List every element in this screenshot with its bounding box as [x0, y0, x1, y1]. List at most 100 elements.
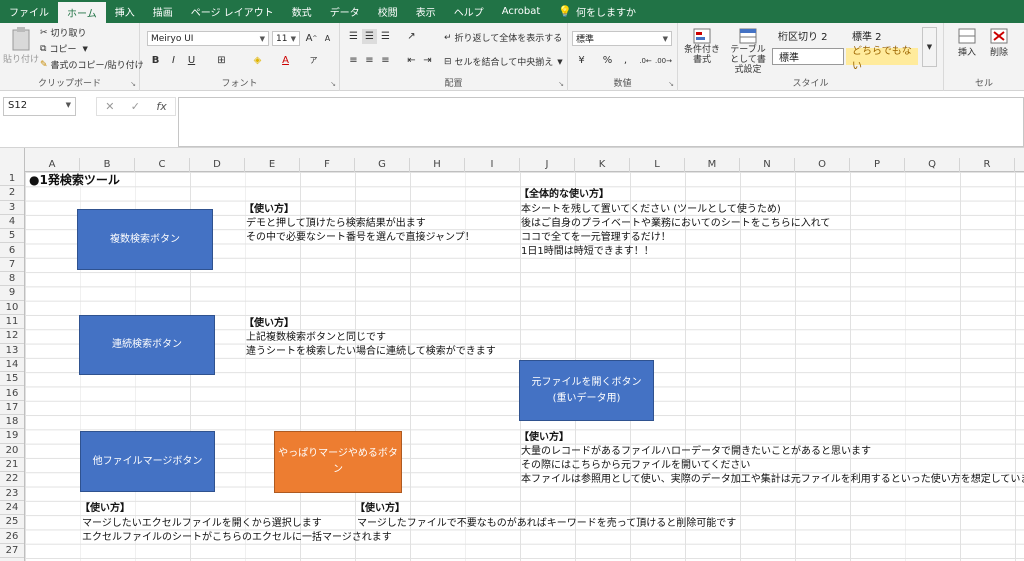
row-header-14[interactable]: 14 [0, 358, 24, 373]
tab-help[interactable]: ヘルプ [445, 0, 493, 23]
fill-color-button[interactable]: ◈ [250, 53, 265, 68]
dialog-launcher-icon[interactable]: ↘ [130, 80, 136, 88]
column-header-r[interactable]: R [960, 158, 1015, 172]
dialog-launcher-icon[interactable]: ↘ [330, 80, 336, 88]
row-header-5[interactable]: 5 [0, 229, 24, 244]
align-bottom-button[interactable]: ☰ [378, 29, 393, 44]
format-as-table-button[interactable]: テーブルとして書式設定 [726, 27, 770, 75]
row-header-10[interactable]: 10 [0, 301, 24, 315]
align-top-button[interactable]: ☰ [346, 29, 361, 44]
tell-me-search[interactable]: 💡 何をしますか [549, 0, 645, 23]
format-painter-button[interactable]: ✎ 書式のコピー/貼り付け [40, 58, 144, 72]
row-header-22[interactable]: 22 [0, 472, 24, 487]
comma-button[interactable]: , [618, 53, 633, 68]
row-header-20[interactable]: 20 [0, 444, 24, 458]
row-header-15[interactable]: 15 [0, 372, 24, 387]
column-header-o[interactable]: O [795, 158, 850, 172]
row-header-18[interactable]: 18 [0, 415, 24, 430]
formula-input[interactable] [178, 97, 1024, 147]
style-comma2[interactable]: 桁区切り 2 [772, 27, 844, 44]
row-header-9[interactable]: 9 [0, 286, 24, 301]
shrink-font-button[interactable]: A [320, 31, 335, 46]
column-header-e[interactable]: E [245, 158, 300, 172]
column-header-b[interactable]: B [80, 158, 135, 172]
row-header-2[interactable]: 2 [0, 186, 24, 201]
cancel-merge-button[interactable]: やっぱりマージやめるボタン [274, 431, 402, 493]
dialog-launcher-icon[interactable]: ↘ [668, 80, 674, 88]
tab-view[interactable]: 表示 [407, 0, 445, 23]
wrap-text-button[interactable]: ↵ 折り返して全体を表示する [444, 31, 562, 45]
column-header-l[interactable]: L [630, 158, 685, 172]
column-header-c[interactable]: C [135, 158, 190, 172]
column-header-n[interactable]: N [740, 158, 795, 172]
row-header-16[interactable]: 16 [0, 387, 24, 401]
row-header-4[interactable]: 4 [0, 215, 24, 230]
column-header-j[interactable]: J [520, 158, 575, 172]
row-header-25[interactable]: 25 [0, 515, 24, 530]
delete-cells-button[interactable]: 削除 [984, 27, 1014, 58]
row-header-24[interactable]: 24 [0, 501, 24, 516]
align-middle-button[interactable]: ☰ [362, 29, 377, 44]
row-header-11[interactable]: 11 [0, 315, 24, 330]
row-header-6[interactable]: 6 [0, 244, 24, 258]
font-size-select[interactable]: 11 ▼ [272, 31, 300, 46]
tab-acrobat[interactable]: Acrobat [493, 0, 550, 23]
row-header-26[interactable]: 26 [0, 530, 24, 544]
enter-icon[interactable]: ✓ [131, 100, 140, 113]
row-header-23[interactable]: 23 [0, 487, 24, 501]
tab-insert[interactable]: 挿入 [106, 0, 144, 23]
tab-draw[interactable]: 描画 [144, 0, 182, 23]
align-right-button[interactable]: ≡ [378, 53, 393, 68]
row-header-8[interactable]: 8 [0, 272, 24, 287]
merge-center-button[interactable]: ⊟ セルを結合して中央揃え ▼ [444, 55, 563, 69]
row-header-7[interactable]: 7 [0, 258, 24, 273]
row-header-21[interactable]: 21 [0, 458, 24, 473]
row-header-3[interactable]: 3 [0, 201, 24, 215]
row-header-12[interactable]: 12 [0, 329, 24, 344]
name-box[interactable]: S12 ▼ [3, 97, 76, 116]
paste-button[interactable]: 貼り付け [3, 26, 39, 65]
row-header-1[interactable]: 1 [0, 172, 24, 187]
column-header-g[interactable]: G [355, 158, 410, 172]
column-header-i[interactable]: I [465, 158, 520, 172]
conditional-format-button[interactable]: 条件付き書式 [682, 27, 722, 65]
align-center-button[interactable]: ≡ [362, 53, 377, 68]
tab-home[interactable]: ホーム [58, 0, 106, 23]
column-header-k[interactable]: K [575, 158, 630, 172]
grow-font-button[interactable]: A ^ [304, 31, 319, 46]
copy-button[interactable]: ⧉ コピー ▼ [40, 42, 88, 56]
style-neutral[interactable]: どちらでもない [846, 46, 918, 72]
styles-gallery-more[interactable]: ▼ [922, 27, 937, 67]
column-header-a[interactable]: A [25, 158, 80, 172]
cut-button[interactable]: ✂ 切り取り [40, 26, 87, 40]
continuous-search-button[interactable]: 連続検索ボタン [79, 315, 215, 375]
cancel-icon[interactable]: ✕ [105, 100, 114, 113]
font-name-select[interactable]: Meiryo UI ▼ [147, 31, 269, 46]
align-left-button[interactable]: ≡ [346, 53, 361, 68]
tab-review[interactable]: 校閲 [369, 0, 407, 23]
borders-button[interactable]: ⊞ [214, 53, 229, 68]
column-header-d[interactable]: D [190, 158, 245, 172]
dialog-launcher-icon[interactable]: ↘ [558, 80, 564, 88]
number-format-select[interactable]: 標準 ▼ [572, 31, 672, 46]
column-header-h[interactable]: H [410, 158, 465, 172]
tab-file[interactable]: ファイル [0, 0, 58, 23]
row-header-19[interactable]: 19 [0, 429, 24, 444]
tab-page-layout[interactable]: ページ レイアウト [182, 0, 283, 23]
row-header-13[interactable]: 13 [0, 344, 24, 358]
other-file-merge-button[interactable]: 他ファイルマージボタン [80, 431, 215, 492]
insert-function-icon[interactable]: fx [156, 100, 166, 113]
tab-formulas[interactable]: 数式 [283, 0, 321, 23]
column-header-f[interactable]: F [300, 158, 355, 172]
select-all-corner[interactable] [0, 148, 25, 172]
percent-button[interactable]: % [600, 53, 615, 68]
tab-data[interactable]: データ [321, 0, 369, 23]
open-source-file-button[interactable]: 元ファイルを開くボタン (重いデータ用) [519, 360, 654, 421]
style-normal[interactable]: 標準 [772, 48, 844, 65]
column-header-q[interactable]: Q [905, 158, 960, 172]
column-header-p[interactable]: P [850, 158, 905, 172]
increase-decimal-button[interactable]: .0← [638, 53, 653, 68]
decrease-indent-button[interactable]: ⇤ [404, 53, 419, 68]
decrease-decimal-button[interactable]: .00→ [655, 53, 672, 68]
phonetic-button[interactable]: ア [306, 53, 321, 68]
